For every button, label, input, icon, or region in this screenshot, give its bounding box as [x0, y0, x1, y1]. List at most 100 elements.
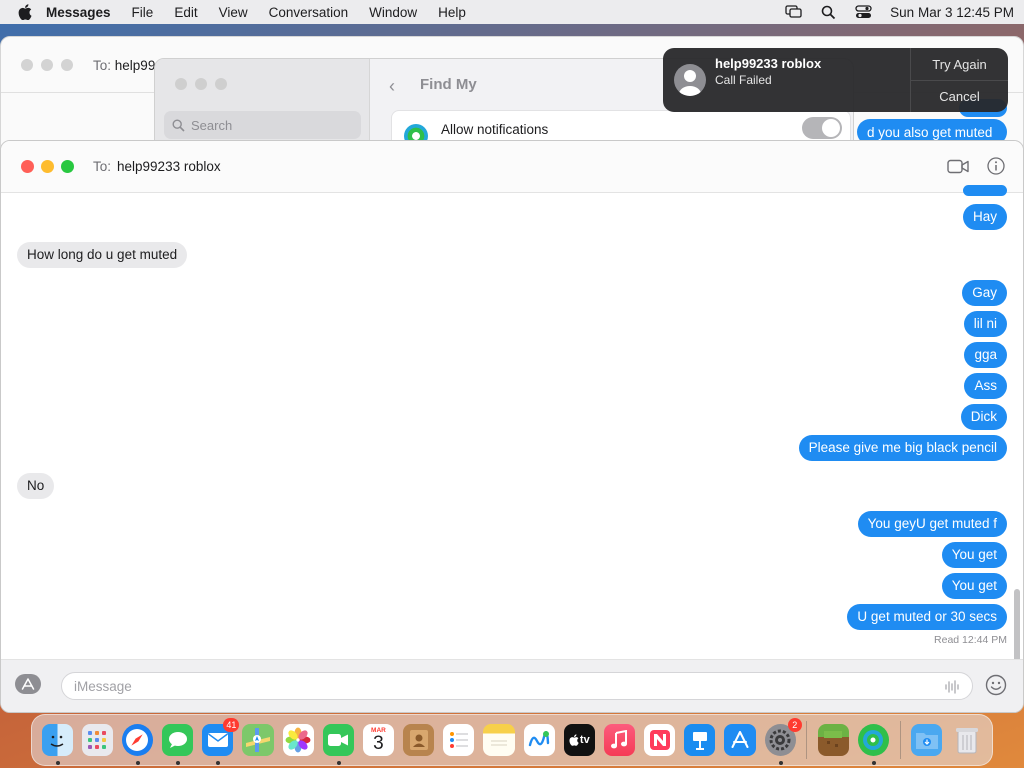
notification-title: help99233 roblox [715, 56, 822, 71]
message-bubble[interactable]: gga [964, 342, 1007, 368]
launchpad-icon[interactable] [81, 724, 113, 756]
bg-recipient: help99 [114, 58, 156, 73]
app-store-apps-icon[interactable] [15, 674, 41, 694]
music-icon[interactable] [603, 724, 636, 756]
zoom-button[interactable] [61, 160, 74, 173]
settings-zoom-button[interactable] [215, 78, 227, 90]
settings-minimize-button[interactable] [195, 78, 207, 90]
dock-separator [806, 721, 808, 759]
message-bubble[interactable]: No [17, 473, 55, 499]
dock-separator [899, 721, 901, 759]
reminders-icon[interactable] [443, 724, 475, 756]
allow-notifications-label: Allow notifications [441, 122, 549, 137]
try-again-button[interactable]: Try Again [911, 48, 1008, 80]
control-center-icon[interactable] [855, 5, 872, 19]
message-bubble-partial [963, 185, 1007, 196]
running-indicator [135, 761, 140, 765]
contacts-icon[interactable] [403, 724, 435, 756]
menu-app-name[interactable]: Messages [46, 5, 111, 20]
message-bubble[interactable]: Hay [962, 204, 1007, 230]
news-icon[interactable] [644, 724, 676, 756]
message-bubble[interactable]: You geyU get muted f [857, 511, 1007, 537]
conversation-header: To: help99233 roblox [1, 141, 1023, 193]
bg-recipient-field[interactable]: To: help99 [93, 58, 155, 73]
trash-icon[interactable] [951, 724, 982, 756]
to-label: To: [93, 159, 112, 174]
facetime-video-icon[interactable] [947, 159, 969, 174]
message-bubble[interactable]: Ass [964, 373, 1007, 399]
message-bubble[interactable]: lil ni [963, 311, 1007, 337]
menu-help[interactable]: Help [438, 5, 466, 20]
imessage-input[interactable]: iMessage [61, 672, 973, 700]
contact-avatar-icon [674, 64, 706, 96]
system-settings-icon[interactable]: 2 [764, 718, 802, 765]
apple-tv-icon[interactable]: tv [563, 724, 595, 756]
search-placeholder: Search [191, 117, 233, 133]
bg-to-label: To: [93, 58, 112, 73]
maps-icon[interactable] [242, 724, 274, 756]
running-indicator [216, 761, 221, 765]
message-bubble[interactable]: How long do u get muted [17, 242, 188, 268]
message-bubble[interactable]: You get [941, 542, 1007, 568]
running-indicator [55, 761, 60, 765]
settings-search-field[interactable]: Search [164, 111, 361, 139]
dock: 41 MAR 3 tv 2 [31, 714, 993, 766]
settings-pane-title: Find My [420, 76, 477, 93]
mail-badge: 41 [223, 718, 240, 732]
call-failed-notification[interactable]: help99233 roblox Call Failed Try Again C… [663, 48, 1008, 112]
info-icon[interactable] [987, 157, 1005, 175]
apple-menu-icon[interactable] [18, 4, 32, 20]
message-bubble[interactable]: Dick [960, 404, 1007, 430]
minecraft-icon[interactable] [817, 724, 849, 756]
screen-mirroring-icon[interactable] [785, 5, 802, 19]
imessage-placeholder: iMessage [74, 679, 132, 694]
search-icon [172, 118, 185, 132]
menu-file[interactable]: File [132, 5, 154, 20]
keynote-icon[interactable] [684, 724, 716, 756]
spotlight-search-icon[interactable] [820, 5, 837, 19]
back-chevron-icon[interactable]: ‹ [389, 76, 395, 97]
bg-zoom-button[interactable] [61, 59, 73, 71]
message-bubble[interactable]: U get muted or 30 secs [847, 604, 1007, 630]
mail-icon[interactable]: 41 [202, 718, 240, 765]
message-bubble[interactable]: Gay [962, 280, 1007, 306]
emoji-picker-icon[interactable] [985, 674, 1007, 696]
running-indicator [176, 761, 181, 765]
messages-window[interactable]: To: help99233 roblox Hay How long do u ge… [0, 140, 1024, 713]
running-indicator [778, 761, 783, 765]
notification-subtitle: Call Failed [715, 73, 772, 87]
minimize-button[interactable] [41, 160, 54, 173]
find-my-dock-icon[interactable] [857, 724, 890, 765]
menu-window[interactable]: Window [369, 5, 417, 20]
settings-close-button[interactable] [175, 78, 187, 90]
messages-icon[interactable] [162, 724, 194, 765]
menu-view[interactable]: View [219, 5, 248, 20]
menu-conversation[interactable]: Conversation [269, 5, 349, 20]
cancel-button[interactable]: Cancel [911, 80, 1008, 112]
menu-edit[interactable]: Edit [174, 5, 197, 20]
app-store-icon[interactable] [724, 724, 756, 756]
bg-minimize-button[interactable] [41, 59, 53, 71]
facetime-icon[interactable] [322, 724, 354, 765]
safari-icon[interactable] [121, 724, 154, 765]
bg-close-button[interactable] [21, 59, 33, 71]
allow-notifications-toggle[interactable] [802, 117, 842, 139]
recipient-field[interactable]: To: help99233 roblox [93, 159, 221, 174]
calendar-icon[interactable]: MAR 3 [362, 724, 395, 756]
running-indicator [871, 761, 876, 765]
photos-icon[interactable] [282, 724, 314, 756]
message-thread[interactable]: Hay How long do u get muted Gay lil ni g… [1, 185, 1023, 709]
message-bubble[interactable]: Please give me big black pencil [798, 435, 1007, 461]
read-receipt: Read 12:44 PM [934, 634, 1007, 646]
downloads-folder-icon[interactable] [911, 724, 943, 756]
message-bubble[interactable]: You get [941, 573, 1007, 599]
composer-bar: iMessage [1, 659, 1023, 712]
audio-message-icon[interactable] [944, 679, 960, 695]
close-button[interactable] [21, 160, 34, 173]
settings-badge: 2 [787, 718, 802, 732]
menu-bar: Messages File Edit View Conversation Win… [0, 0, 1024, 24]
freeform-icon[interactable] [523, 724, 555, 756]
menubar-clock[interactable]: Sun Mar 3 12:45 PM [890, 5, 1014, 20]
finder-icon[interactable] [41, 724, 73, 765]
notes-icon[interactable] [483, 724, 515, 756]
